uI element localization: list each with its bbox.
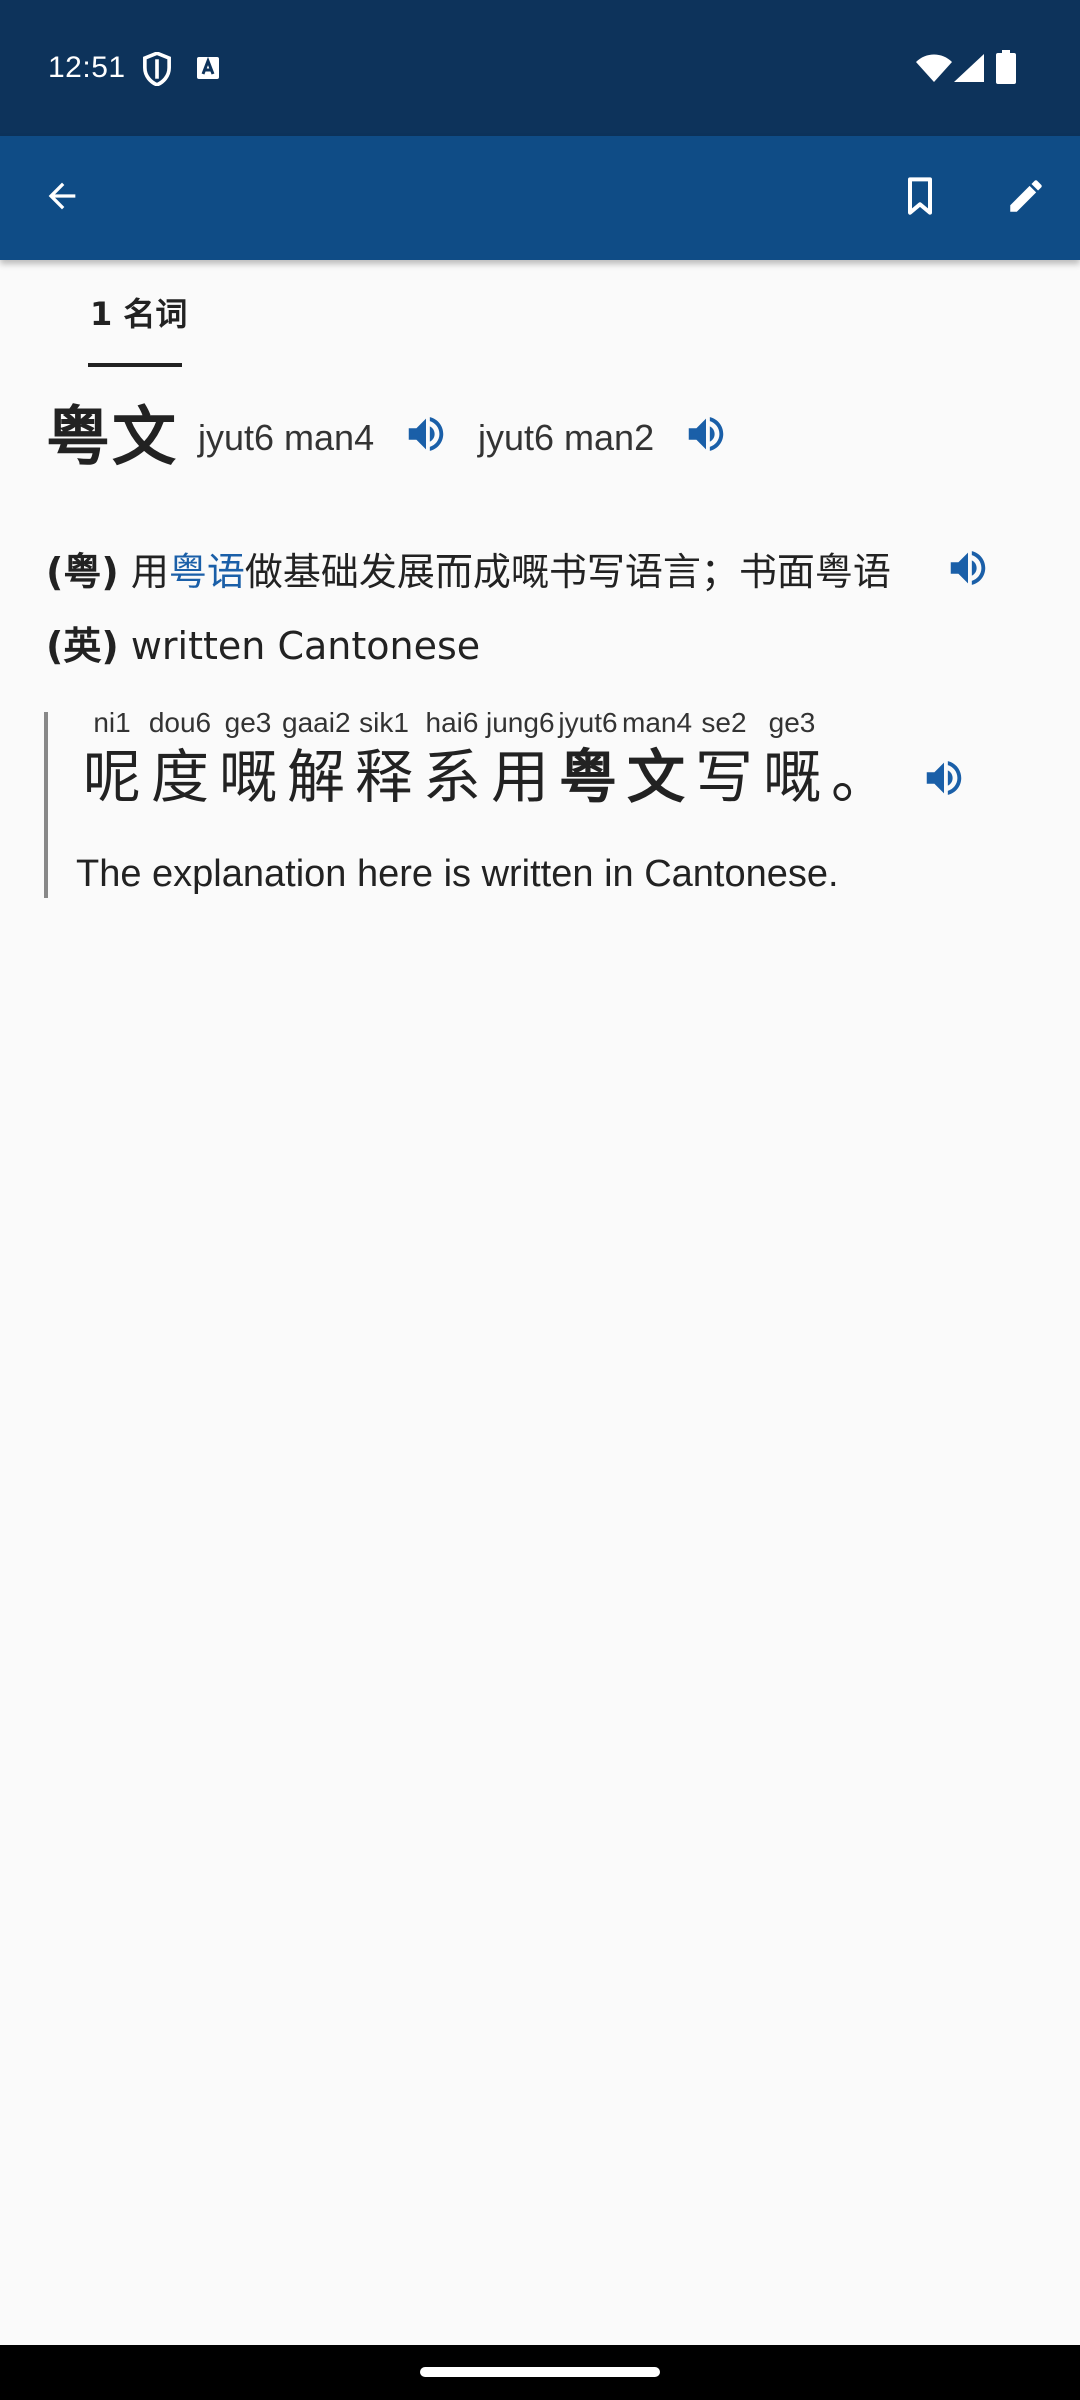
example-char: ge3 嘅 — [214, 707, 282, 842]
example-character: 解 — [286, 743, 345, 811]
navigation-bar — [0, 2345, 1080, 2400]
example-jyutping: sik1 — [359, 707, 409, 738]
edit-button[interactable] — [990, 162, 1062, 234]
example-jyutping: jung6 — [486, 707, 555, 738]
definition-tag-eng: (英) — [46, 624, 119, 668]
definition-english: (英) written Cantonese — [46, 620, 480, 672]
example-char: dou6 度 — [146, 707, 214, 842]
definition-link[interactable]: 粤语 — [169, 550, 245, 594]
example-jyutping: jyut6 — [558, 707, 618, 738]
bookmark-icon — [900, 176, 940, 220]
example-jyutping: ge3 — [224, 707, 272, 738]
play-example-button[interactable] — [918, 754, 970, 806]
status-time: 12:51 — [48, 51, 126, 84]
pronunciation-1: jyut6 man4 — [198, 417, 375, 458]
example-char: jung6 用 — [486, 707, 555, 842]
example-char: man4 文 — [622, 707, 692, 842]
play-pronunciation-2-button[interactable] — [680, 410, 732, 462]
example-char: gaai2 解 — [282, 707, 351, 842]
example-character: 写 — [694, 743, 753, 811]
example-character: 系 — [422, 743, 481, 811]
bookmark-button[interactable] — [884, 162, 956, 234]
definition-cantonese: (粤) 用粤语做基础发展而成嘅书写语言；书面粤语 — [46, 546, 891, 598]
example-quote-bar — [44, 712, 48, 898]
example-character: 用 — [490, 743, 549, 811]
example-jyutping: hai6 — [425, 707, 479, 738]
example-character: 释 — [354, 743, 413, 811]
status-bar: 12:51 — [0, 0, 1080, 136]
keyboard-a-icon — [196, 56, 220, 84]
example-character: 嘅 — [218, 743, 277, 811]
example-jyutping: se2 — [701, 707, 747, 738]
example-char: jyut6 粤 — [554, 707, 622, 842]
example-char: ge3 嘅 — [758, 707, 826, 842]
play-definition-button[interactable] — [942, 544, 994, 596]
example-translation: The explanation here is written in Canto… — [76, 853, 839, 895]
app-bar — [0, 136, 1080, 260]
back-arrow-icon — [42, 176, 82, 220]
signal-icon — [954, 54, 984, 86]
speaker-icon — [683, 411, 729, 461]
tab-indicator — [88, 363, 182, 367]
example-char: ni1 呢 — [78, 707, 146, 842]
headword: 粤文 — [46, 401, 178, 475]
definition-tag-yue: (粤) — [46, 550, 119, 594]
wifi-icon — [916, 54, 952, 86]
definition-text: written Cantonese — [130, 624, 481, 668]
example-char: hai6 系 — [418, 707, 486, 842]
example-character: 粤 — [558, 743, 617, 811]
speaker-icon — [921, 755, 967, 805]
example-char: 。 — [826, 742, 894, 842]
play-pronunciation-1-button[interactable] — [400, 410, 452, 462]
example-character: 呢 — [82, 743, 141, 811]
example-jyutping: dou6 — [148, 707, 212, 738]
home-gesture-handle[interactable] — [420, 2367, 660, 2377]
example-char: se2 写 — [690, 707, 758, 842]
battery-icon — [996, 50, 1016, 88]
example-character: 嘅 — [762, 743, 821, 811]
example-character: 文 — [626, 743, 685, 811]
example-jyutping: ni1 — [93, 707, 131, 738]
speaker-icon — [945, 545, 991, 595]
definition-text: 用 — [130, 550, 169, 594]
shield-icon — [142, 51, 172, 90]
pronunciation-2: jyut6 man2 — [478, 417, 655, 458]
tab-noun[interactable]: 1 名词 — [90, 292, 187, 336]
example-character: 度 — [150, 743, 209, 811]
definition-text: 做基础发展而成嘅书写语言；书面粤语 — [244, 550, 891, 594]
speaker-icon — [403, 411, 449, 461]
example-jyutping: gaai2 — [282, 707, 351, 738]
example-char: sik1 释 — [350, 707, 418, 842]
example-jyutping: ge3 — [768, 707, 816, 738]
example-character: 。 — [830, 743, 889, 811]
back-button[interactable] — [26, 162, 98, 234]
example-jyutping: man4 — [622, 707, 693, 738]
edit-pencil-icon — [1005, 175, 1047, 221]
